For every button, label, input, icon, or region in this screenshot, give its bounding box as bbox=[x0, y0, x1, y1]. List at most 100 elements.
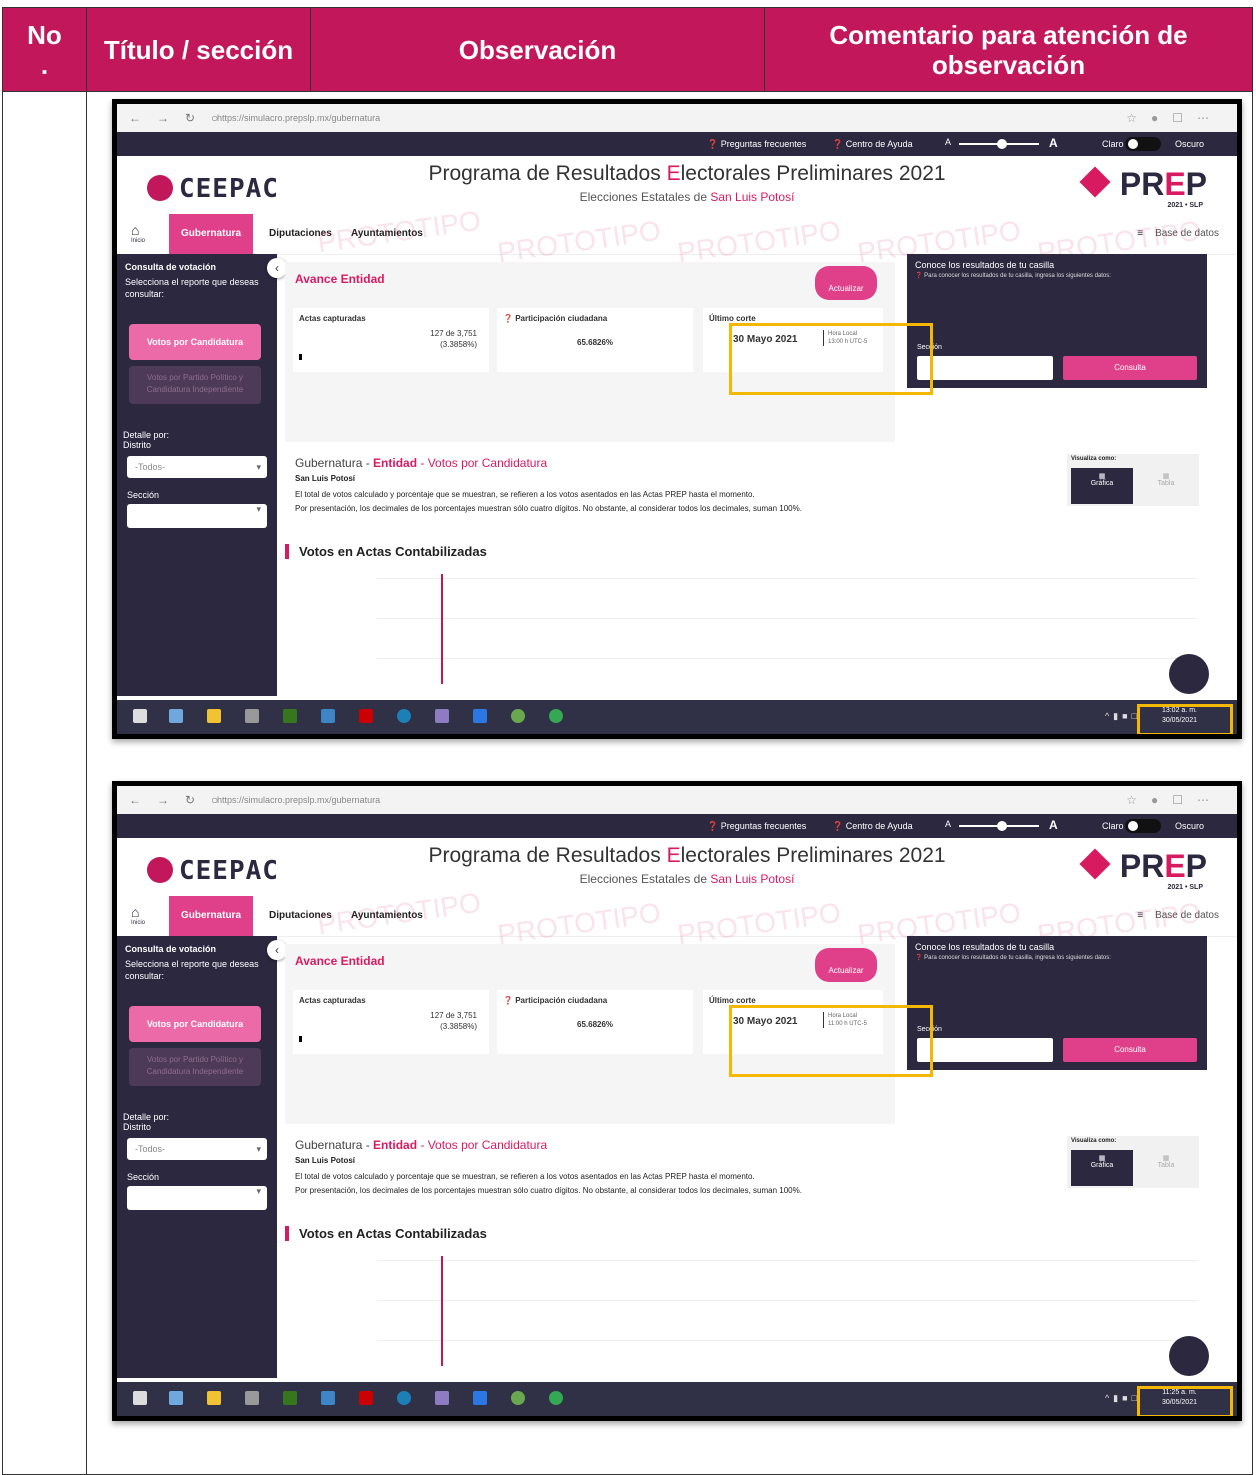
home-icon[interactable]: ⌂ Inicio bbox=[131, 904, 145, 926]
font-small-label: A bbox=[945, 819, 952, 829]
entity-name: San Luis Potosí bbox=[295, 474, 356, 483]
actas-box: Actas capturadas 127 de 3,751 (3.3858%) bbox=[293, 308, 489, 372]
district-select[interactable]: -Todos- bbox=[127, 456, 267, 478]
font-size-knob[interactable] bbox=[997, 139, 1007, 149]
app-icon[interactable] bbox=[511, 709, 525, 723]
site-header: CEEPAC Programa de Resultados Electorale… bbox=[117, 156, 1237, 214]
home-icon[interactable]: ⌂ Inicio bbox=[131, 222, 145, 244]
chart-axis-line bbox=[441, 574, 443, 684]
votes-by-party-button[interactable]: Votos por Partido Político y Candidatura… bbox=[129, 1048, 261, 1086]
view-table-button[interactable]: ▦ Tabla bbox=[1137, 1150, 1195, 1186]
font-small-label: A bbox=[945, 137, 952, 147]
prep-logo-icon bbox=[1079, 848, 1111, 880]
app-icon[interactable] bbox=[473, 709, 487, 723]
windows-start-icon[interactable] bbox=[133, 1391, 147, 1405]
windows-start-icon[interactable] bbox=[133, 709, 147, 723]
tab-gubernatura[interactable]: Gubernatura bbox=[169, 214, 254, 254]
excel-icon[interactable] bbox=[283, 1391, 297, 1405]
consulta-button[interactable]: Consulta bbox=[1063, 356, 1197, 380]
font-size-knob[interactable] bbox=[997, 821, 1007, 831]
header-observacion: Observación bbox=[310, 7, 765, 92]
system-tray-icons[interactable]: ^▮■□ bbox=[1105, 1393, 1141, 1404]
app-icon[interactable] bbox=[169, 1391, 183, 1405]
section-input[interactable] bbox=[917, 356, 1053, 380]
tab-gubernatura[interactable]: Gubernatura bbox=[169, 896, 254, 936]
note-1: El total de votos calculado y porcentaje… bbox=[295, 490, 755, 499]
section-input[interactable] bbox=[917, 1038, 1053, 1062]
teams-icon[interactable] bbox=[435, 1391, 449, 1405]
detail-label: Detalle por: Distrito bbox=[123, 430, 170, 450]
folder-icon[interactable] bbox=[207, 1391, 221, 1405]
section-select[interactable] bbox=[127, 1186, 267, 1210]
theme-toggle[interactable] bbox=[1125, 137, 1161, 151]
windows-taskbar: ^▮■□ 13:02 a. m. 30/05/2021 bbox=[117, 700, 1237, 734]
votes-by-candidate-button[interactable]: Votos por Candidatura bbox=[129, 324, 261, 360]
system-tray-icons[interactable]: ^▮■□ bbox=[1105, 711, 1141, 722]
app-icon[interactable] bbox=[511, 1391, 525, 1405]
votes-by-party-button[interactable]: Votos por Partido Político y Candidatura… bbox=[129, 366, 261, 404]
ceepac-logo[interactable]: CEEPAC bbox=[147, 174, 279, 204]
browser-tools-icons[interactable]: ☆●☐⋯ bbox=[1126, 793, 1223, 807]
help-link[interactable]: ❓ Centro de Ayuda bbox=[832, 139, 913, 150]
avance-title: Avance Entidad bbox=[295, 954, 385, 968]
top-strip: ❓ Preguntas frecuentes ❓ Centro de Ayuda… bbox=[117, 814, 1237, 838]
votes-by-candidate-button[interactable]: Votos por Candidatura bbox=[129, 1006, 261, 1042]
floating-action-button[interactable] bbox=[1169, 1336, 1209, 1376]
browser-tools-icons[interactable]: ☆●☐⋯ bbox=[1126, 111, 1223, 125]
refresh-button[interactable]: Actualizar bbox=[815, 266, 877, 300]
site-header: CEEPAC Programa de Resultados Electorale… bbox=[117, 838, 1237, 896]
section-select[interactable] bbox=[127, 504, 267, 528]
font-large-label: A bbox=[1049, 818, 1058, 832]
actas-progress-bar bbox=[299, 354, 302, 360]
participation-box: ❓ Participación ciudadana 65.6826% bbox=[497, 308, 693, 372]
floating-action-button[interactable] bbox=[1169, 654, 1209, 694]
chevron-left-icon[interactable]: ‹ bbox=[267, 258, 287, 278]
view-chart-button[interactable]: ▦ Gráfica bbox=[1071, 468, 1133, 504]
actas-box: Actas capturadas 127 de 3,751 (3.3858%) bbox=[293, 990, 489, 1054]
url-bar[interactable]: https://simulacro.prepslp.mx/gubernatura bbox=[217, 795, 380, 805]
edge-icon[interactable] bbox=[397, 1391, 411, 1405]
app-icon[interactable] bbox=[245, 709, 259, 723]
teams-icon[interactable] bbox=[435, 709, 449, 723]
app-icon[interactable] bbox=[169, 709, 183, 723]
program-subtitle: Elecciones Estatales de San Luis Potosí bbox=[579, 190, 795, 204]
acrobat-icon[interactable] bbox=[359, 709, 373, 723]
sidebar-description: Selecciona el reporte que deseas consult… bbox=[125, 277, 259, 299]
highlight-last-cut bbox=[729, 1005, 933, 1077]
casilla-subtitle: ❓ Para conocer los resultados de tu casi… bbox=[915, 955, 1111, 961]
highlight-last-cut bbox=[729, 323, 933, 395]
ceepac-logo[interactable]: CEEPAC bbox=[147, 856, 279, 886]
app-icon[interactable] bbox=[473, 1391, 487, 1405]
app-icon[interactable] bbox=[245, 1391, 259, 1405]
faq-link[interactable]: ❓ Preguntas frecuentes bbox=[707, 821, 806, 832]
casilla-title: Conoce los resultados de tu casilla bbox=[915, 942, 1055, 952]
cell-no bbox=[2, 91, 87, 1475]
url-bar[interactable]: https://simulacro.prepslp.mx/gubernatura bbox=[217, 113, 380, 123]
header-comentario: Comentario para atención de observación bbox=[764, 7, 1253, 92]
view-as-panel: Visualiza como: ▦ Gráfica ▦ Tabla bbox=[1067, 1136, 1199, 1188]
program-subtitle: Elecciones Estatales de San Luis Potosí bbox=[579, 872, 795, 886]
district-select[interactable]: -Todos- bbox=[127, 1138, 267, 1160]
acrobat-icon[interactable] bbox=[359, 1391, 373, 1405]
sidebar-heading: Consulta de votación bbox=[125, 944, 217, 954]
view-table-button[interactable]: ▦ Tabla bbox=[1137, 468, 1195, 504]
header-titulo: Título / sección bbox=[86, 7, 311, 92]
chrome-icon[interactable] bbox=[549, 1391, 563, 1405]
entity-name: San Luis Potosí bbox=[295, 1156, 356, 1165]
folder-icon[interactable] bbox=[207, 709, 221, 723]
edge-icon[interactable] bbox=[397, 709, 411, 723]
chevron-left-icon[interactable]: ‹ bbox=[267, 940, 287, 960]
windows-taskbar: ^▮■□ 11:25 a. m. 30/05/2021 bbox=[117, 1382, 1237, 1416]
screenshot-frame-1: ←→↻○ https://simulacro.prepslp.mx/gubern… bbox=[112, 99, 1242, 739]
view-chart-button[interactable]: ▦ Gráfica bbox=[1071, 1150, 1133, 1186]
help-link[interactable]: ❓ Centro de Ayuda bbox=[832, 821, 913, 832]
refresh-button[interactable]: Actualizar bbox=[815, 948, 877, 982]
excel-icon[interactable] bbox=[283, 709, 297, 723]
word-icon[interactable] bbox=[321, 1391, 335, 1405]
browser-toolbar: ←→↻○ https://simulacro.prepslp.mx/gubern… bbox=[117, 104, 1237, 133]
faq-link[interactable]: ❓ Preguntas frecuentes bbox=[707, 139, 806, 150]
consulta-button[interactable]: Consulta bbox=[1063, 1038, 1197, 1062]
chrome-icon[interactable] bbox=[549, 709, 563, 723]
word-icon[interactable] bbox=[321, 709, 335, 723]
theme-toggle[interactable] bbox=[1125, 819, 1161, 833]
